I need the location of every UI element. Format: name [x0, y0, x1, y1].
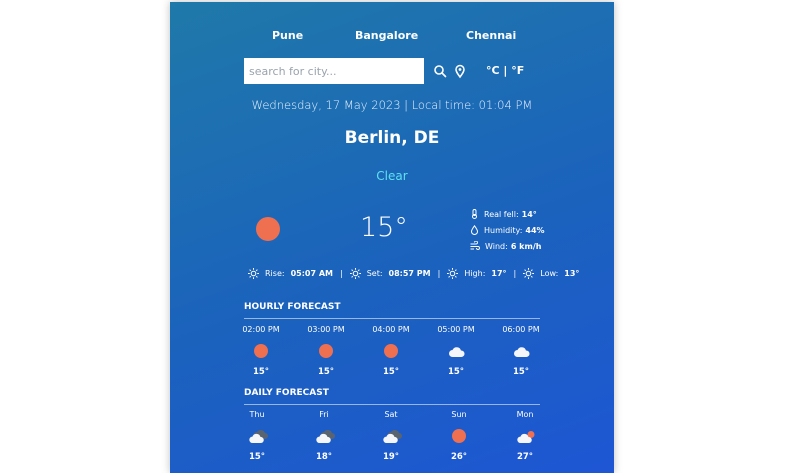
forecast-time: 05:00 PM — [437, 325, 475, 334]
stat-value: 08:57 PM — [388, 268, 431, 278]
sun-icon — [318, 344, 334, 358]
forecast-temp: 19° — [382, 452, 400, 462]
detail-value: 14° — [521, 209, 537, 219]
stat-label: Rise: — [265, 268, 285, 278]
sun-icon — [256, 217, 280, 241]
daily-item: Thu 15° — [237, 410, 277, 462]
hourly-divider — [244, 318, 540, 319]
sunrise-icon — [248, 267, 259, 279]
forecast-temp: 27° — [516, 452, 534, 462]
stat-label: High: — [464, 268, 486, 278]
fahrenheit-button[interactable]: °F — [511, 64, 524, 77]
forecast-time: 04:00 PM — [372, 325, 410, 334]
stat-separator: | — [339, 268, 343, 278]
stat-value: 13° — [564, 268, 580, 278]
detail-wind: Wind: 6 km/h — [470, 238, 610, 254]
forecast-temp: 15° — [317, 367, 335, 377]
clear-button[interactable]: Clear — [170, 169, 614, 183]
forecast-temp: 15° — [382, 367, 400, 377]
stat-sunrise: Rise: 05:07 AM — [248, 267, 333, 279]
hourly-item: 03:00 PM 15° — [306, 325, 346, 377]
stat-label: Set: — [366, 268, 383, 278]
low-temp-icon — [523, 267, 535, 279]
celsius-button[interactable]: °C — [486, 64, 500, 77]
search-input[interactable] — [244, 58, 424, 84]
broken-clouds-icon — [316, 429, 335, 443]
location-pin-icon[interactable] — [452, 63, 468, 79]
daily-forecast-title: DAILY FORECAST — [244, 388, 329, 398]
sun-icon — [253, 344, 269, 358]
detail-real-feel: Real fell: 14° — [470, 206, 610, 222]
forecast-day: Sat — [384, 410, 398, 419]
forecast-temp: 18° — [315, 452, 333, 462]
detail-label: Humidity: — [484, 225, 523, 235]
forecast-temp: 15° — [447, 367, 465, 377]
city-button-bangalore[interactable]: Bangalore — [355, 29, 418, 42]
stat-sunset: Set: 08:57 PM — [349, 267, 431, 279]
daily-item: Sun 26° — [439, 410, 479, 462]
high-temp-icon — [447, 267, 459, 279]
daily-item: Fri 18° — [304, 410, 344, 462]
weather-app-panel: Pune Bangalore Chennai °C | °F Wednesday… — [170, 2, 614, 473]
hourly-item: 05:00 PM 15° — [436, 325, 476, 377]
forecast-time: 03:00 PM — [307, 325, 345, 334]
detail-value: 44% — [525, 225, 545, 235]
forecast-time: 02:00 PM — [242, 325, 280, 334]
sun-icon — [383, 344, 399, 358]
forecast-temp: 26° — [450, 452, 468, 462]
forecast-temp: 15° — [512, 367, 530, 377]
current-details: Real fell: 14° Humidity: 44% Wind: 6 km/… — [470, 206, 610, 254]
stat-high: High: 17° — [447, 267, 507, 279]
stat-value: 05:07 AM — [290, 268, 333, 278]
stat-low: Low: 13° — [523, 267, 580, 279]
detail-label: Real fell: — [484, 209, 519, 219]
location-title: Berlin, DE — [344, 128, 440, 148]
forecast-temp: 15° — [252, 367, 270, 377]
hourly-item: 02:00 PM 15° — [241, 325, 281, 377]
detail-label: Wind: — [485, 241, 508, 251]
sun-icon — [451, 429, 467, 443]
date-time-text: Wednesday, 17 May 2023 | Local time: 01:… — [251, 98, 533, 112]
cloud-icon — [448, 344, 465, 358]
unit-toggle: °C | °F — [486, 64, 524, 77]
stat-separator: | — [513, 268, 517, 278]
broken-clouds-icon — [383, 429, 402, 443]
city-button-chennai[interactable]: Chennai — [466, 29, 516, 42]
daily-item: Mon 27° — [505, 410, 545, 462]
hourly-forecast-row: 02:00 PM 15° 03:00 PM 15° 04:00 PM 15° 0… — [241, 325, 541, 389]
daily-divider — [244, 404, 540, 405]
detail-humidity: Humidity: 44% — [470, 222, 610, 238]
forecast-day: Thu — [249, 410, 265, 419]
wind-icon — [470, 241, 480, 250]
search-icon[interactable] — [432, 63, 448, 79]
city-button-pune[interactable]: Pune — [272, 29, 303, 42]
stat-label: Low: — [540, 268, 559, 278]
daily-item: Sat 19° — [371, 410, 411, 462]
forecast-temp: 15° — [248, 452, 266, 462]
hourly-item: 04:00 PM 15° — [371, 325, 411, 377]
broken-clouds-icon — [249, 429, 268, 443]
search-row: °C | °F — [244, 58, 544, 84]
stat-separator: | — [437, 268, 441, 278]
top-cities-nav: Pune Bangalore Chennai — [170, 29, 614, 45]
sunset-icon — [349, 267, 361, 279]
partly-cloudy-icon — [517, 429, 535, 443]
droplet-icon — [470, 225, 479, 235]
current-temperature: 15° — [360, 212, 408, 243]
stat-value: 17° — [491, 268, 507, 278]
detail-value: 6 km/h — [510, 241, 542, 251]
stats-row: Rise: 05:07 AM | Set: 08:57 PM | High: 1… — [248, 266, 579, 280]
unit-separator: | — [503, 64, 508, 77]
forecast-day: Fri — [319, 410, 329, 419]
thermometer-icon — [472, 209, 477, 219]
hourly-forecast-title: HOURLY FORECAST — [244, 302, 341, 312]
cloud-icon — [513, 344, 530, 358]
forecast-time: 06:00 PM — [502, 325, 540, 334]
daily-forecast-row: Thu 15° Fri 18° Sat 19° Sun 26° Mon 27° — [244, 410, 540, 473]
forecast-day: Sun — [451, 410, 467, 419]
hourly-item: 06:00 PM 15° — [501, 325, 541, 377]
forecast-day: Mon — [516, 410, 534, 419]
